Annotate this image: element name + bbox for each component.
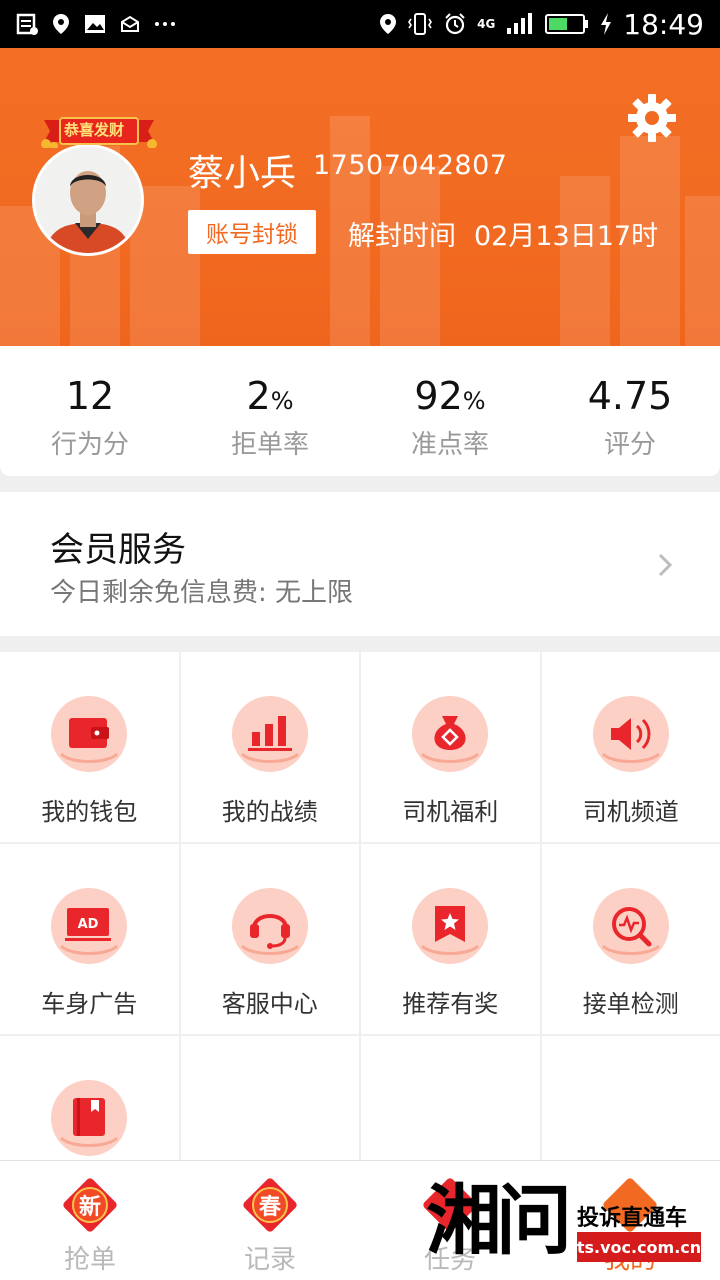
stat-label: 行为分	[50, 430, 129, 460]
mail-icon	[121, 15, 139, 32]
status-bar: 4G 18:49	[0, 0, 720, 48]
member-service-title: 会员服务	[50, 530, 186, 570]
stat-label: 准点率	[410, 430, 489, 460]
stat-label: 拒单率	[230, 430, 309, 460]
nav-records[interactable]: 春 记录	[180, 1161, 360, 1280]
app-root: 4G 18:49 恭喜发财 蔡小兵 17507042807 账号封锁 解封时间 …	[0, 0, 720, 1280]
alarm-icon	[445, 13, 465, 35]
avatar-photo	[35, 147, 141, 253]
money-bag-icon	[412, 696, 489, 772]
grid-item-label: 我的战绩	[221, 798, 318, 826]
location-icon	[380, 14, 397, 34]
profile-header: 恭喜发财 蔡小兵 17507042807 账号封锁 解封时间 02月13日17时	[0, 48, 720, 346]
stats-panel: 12 行为分 2% 拒单率 92% 准点率 4.75 评分	[0, 346, 720, 476]
grid-item-welfare[interactable]: 司机福利	[361, 652, 540, 842]
wallet-icon	[51, 696, 128, 772]
nav-badge-text: 新	[78, 1195, 101, 1220]
headset-icon	[231, 888, 308, 964]
location-icon	[53, 14, 69, 34]
vibrate-icon	[408, 13, 433, 35]
stat-value: 12	[65, 374, 115, 418]
image-icon	[85, 15, 105, 33]
grid-item-label: 司机频道	[582, 798, 679, 826]
stat-reject-rate[interactable]: 2% 拒单率	[180, 346, 360, 476]
speaker-icon	[592, 696, 669, 772]
stat-value: 4.75	[587, 374, 673, 418]
search-pulse-icon	[592, 888, 669, 964]
grid-item-detection[interactable]: 接单检测	[541, 844, 720, 1034]
stat-value: 92	[414, 374, 463, 418]
grid-item-referral[interactable]: 推荐有奖	[361, 844, 540, 1034]
stat-unit: %	[270, 387, 294, 415]
stat-rating[interactable]: 4.75 评分	[540, 346, 720, 476]
watermark: 湘问 投诉直通车 ts.voc.com.cn	[420, 1172, 720, 1280]
grid-item-label: 我的钱包	[41, 798, 138, 826]
member-service-subtitle: 今日剩余免信息费: 无上限	[50, 578, 354, 608]
clock: 18:49	[623, 7, 704, 41]
unlock-time-value: 02月13日17时	[474, 221, 659, 252]
nav-label: 记录	[243, 1245, 296, 1275]
grid-item-channel[interactable]: 司机频道	[541, 652, 720, 842]
ad-icon: AD	[51, 888, 128, 964]
user-phone: 17507042807	[313, 150, 508, 181]
bar-chart-icon	[231, 696, 308, 772]
user-name: 蔡小兵	[188, 153, 297, 194]
account-lock-badge: 账号封锁	[188, 210, 316, 254]
grid-item-label: 接单检测	[582, 990, 679, 1018]
network-type: 4G	[477, 17, 496, 31]
grid-item-service[interactable]: 客服中心	[180, 844, 359, 1034]
svg-text:AD: AD	[78, 917, 99, 932]
signal-icon	[507, 13, 533, 34]
message-icon	[16, 13, 38, 35]
gear-icon[interactable]	[626, 92, 678, 144]
stat-ontime-rate[interactable]: 92% 准点率	[360, 346, 540, 476]
feature-grid: 我的钱包 我的战绩 司机福利 司机频道 AD 车身广告 客服中心 推荐有奖 接单…	[0, 652, 720, 1226]
charging-icon	[601, 13, 612, 35]
avatar[interactable]	[32, 144, 144, 256]
nav-grab-orders[interactable]: 新 抢单	[0, 1161, 180, 1280]
unlock-time-label: 解封时间	[348, 221, 456, 252]
stat-value: 2	[246, 374, 271, 418]
star-bookmark-icon	[412, 888, 489, 964]
member-service-row[interactable]: 会员服务 今日剩余免信息费: 无上限	[0, 492, 720, 636]
grid-item-ad[interactable]: AD 车身广告	[0, 844, 179, 1034]
grid-item-label: 客服中心	[221, 990, 318, 1018]
book-icon	[51, 1080, 128, 1156]
fortune-ribbon-text: 恭喜发财	[64, 121, 125, 139]
grid-item-label: 推荐有奖	[402, 990, 499, 1018]
grid-item-record[interactable]: 我的战绩	[180, 652, 359, 842]
watermark-url: ts.voc.com.cn	[577, 1232, 701, 1262]
stat-unit: %	[462, 387, 486, 415]
chevron-right-icon	[658, 553, 673, 577]
grid-item-label: 司机福利	[402, 798, 499, 826]
grid-item-wallet[interactable]: 我的钱包	[0, 652, 179, 842]
watermark-logo: 湘问	[426, 1176, 572, 1265]
nav-label: 抢单	[63, 1245, 116, 1275]
grid-item-label: 车身广告	[41, 990, 138, 1018]
watermark-slogan: 投诉直通车	[577, 1206, 688, 1231]
more-icon	[155, 22, 175, 26]
nav-badge-text: 春	[258, 1195, 281, 1220]
battery-icon	[545, 14, 589, 34]
stat-behavior-score[interactable]: 12 行为分	[0, 346, 180, 476]
avatar-container[interactable]: 恭喜发财	[22, 110, 162, 260]
stat-label: 评分	[603, 430, 656, 460]
